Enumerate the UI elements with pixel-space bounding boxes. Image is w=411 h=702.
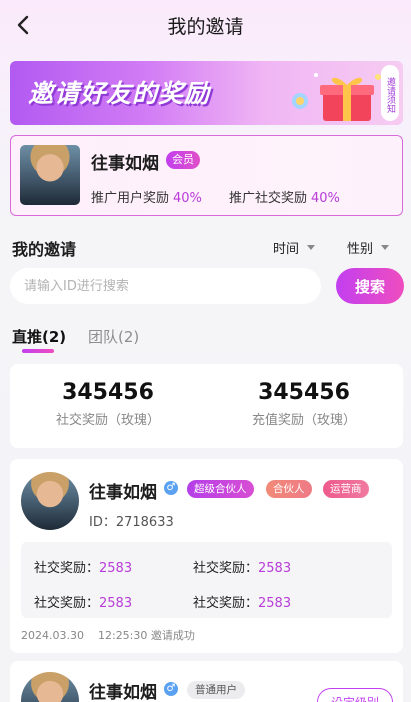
male-icon: ♂ bbox=[164, 682, 178, 696]
avatar bbox=[20, 145, 80, 205]
reward-item: 社交奖励：2583 bbox=[34, 561, 133, 576]
member-info-card: 往事如烟 会员 推广用户奖励 40% 推广社交奖励 40% bbox=[10, 135, 403, 216]
caret-down-icon bbox=[307, 245, 316, 250]
social-reward-value: 40% bbox=[311, 191, 340, 206]
invite-timestamp: 2024.03.30 12:25:30 邀请成功 bbox=[21, 629, 195, 642]
caret-down-icon bbox=[381, 245, 390, 250]
search-button[interactable]: 搜索 bbox=[336, 268, 404, 304]
stat-label: 充值奖励（玫瑰） bbox=[251, 413, 356, 428]
filter-time[interactable]: 时间 bbox=[273, 238, 316, 257]
invitee-name: 往事如烟 bbox=[89, 683, 157, 702]
reward-item: 社交奖励：2583 bbox=[193, 596, 292, 611]
role-tag: 超级合伙人 bbox=[187, 480, 254, 498]
tab-team[interactable]: 团队(2) bbox=[88, 326, 139, 347]
role-tag: 运营商 bbox=[323, 480, 369, 498]
social-reward-stat: 345456 社交奖励（玫瑰） bbox=[10, 380, 206, 428]
role-tag: 普通用户 bbox=[187, 681, 245, 699]
stat-value: 345456 bbox=[62, 380, 154, 405]
filter-gender-label: 性别 bbox=[347, 242, 374, 257]
invitee-id: ID：2718633 bbox=[89, 515, 174, 530]
invitee-name: 往事如烟 bbox=[89, 483, 157, 503]
reward-item: 社交奖励：2583 bbox=[193, 561, 292, 576]
member-badge: 会员 bbox=[166, 151, 200, 169]
invite-rules-badge[interactable]: 邀请须知 bbox=[381, 65, 399, 121]
social-reward-rate: 推广社交奖励 40% bbox=[229, 187, 340, 206]
top-nav-bar: 我的邀请 bbox=[0, 0, 411, 50]
active-tab-indicator bbox=[22, 349, 54, 353]
member-name: 往事如烟 bbox=[91, 154, 159, 174]
reward-summary: 社交奖励：2583 社交奖励：2583 社交奖励：2583 社交奖励：2583 bbox=[21, 542, 392, 618]
role-tag: 合伙人 bbox=[266, 480, 312, 498]
stat-label: 社交奖励（玫瑰） bbox=[55, 413, 160, 428]
page-title: 我的邀请 bbox=[167, 16, 244, 38]
user-reward-label: 推广用户奖励 bbox=[91, 191, 170, 206]
filter-time-label: 时间 bbox=[273, 242, 300, 257]
set-level-button[interactable]: 设定级别 bbox=[317, 688, 393, 702]
list-item[interactable]: 往事如烟 ♂ 超级合伙人 合伙人 运营商 ID：2718633 社交奖励：258… bbox=[10, 459, 403, 653]
filter-gender[interactable]: 性别 bbox=[347, 238, 390, 257]
search-input[interactable] bbox=[10, 268, 321, 304]
avatar bbox=[21, 472, 79, 530]
list-item[interactable]: 往事如烟 ♂ 普通用户 设定级别 bbox=[10, 661, 403, 702]
user-reward-value: 40% bbox=[173, 191, 202, 206]
reward-item: 社交奖励：2583 bbox=[34, 596, 133, 611]
avatar bbox=[21, 672, 79, 702]
recharge-reward-stat: 345456 充值奖励（玫瑰） bbox=[206, 380, 402, 428]
male-icon: ♂ bbox=[164, 481, 178, 495]
stat-value: 345456 bbox=[258, 380, 350, 405]
banner-title: 邀请好友的奖励 bbox=[28, 79, 211, 108]
invite-reward-banner[interactable]: 邀请好友的奖励 邀请须知 bbox=[10, 61, 403, 125]
section-title: 我的邀请 bbox=[12, 240, 77, 259]
user-reward-rate: 推广用户奖励 40% bbox=[91, 187, 202, 206]
social-reward-label: 推广社交奖励 bbox=[229, 191, 308, 206]
reward-stats-card: 345456 社交奖励（玫瑰） 345456 充值奖励（玫瑰） bbox=[10, 364, 403, 448]
tab-direct[interactable]: 直推(2) bbox=[12, 326, 66, 347]
gift-box-icon bbox=[292, 73, 381, 121]
